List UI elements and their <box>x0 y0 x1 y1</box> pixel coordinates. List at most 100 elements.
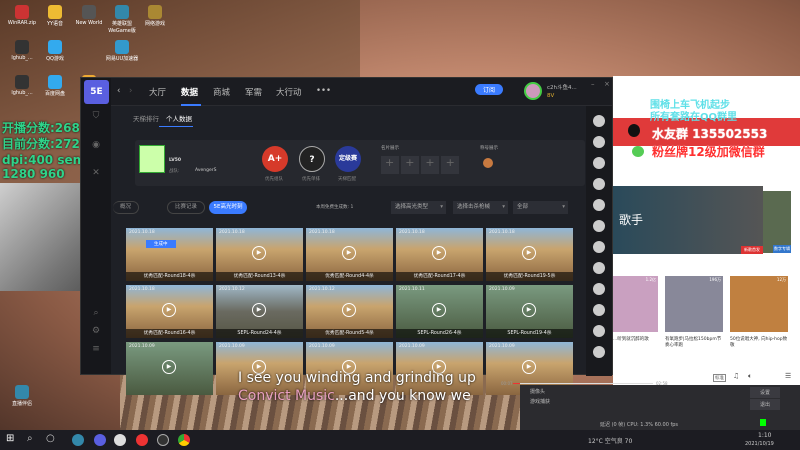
play-icon[interactable]: ▶ <box>342 246 356 260</box>
desktop-icon[interactable]: lghub_... <box>5 75 39 96</box>
volume-icon[interactable]: 🔈︎ <box>748 372 752 381</box>
all-select[interactable]: 全部 <box>513 201 568 214</box>
highlight-clip[interactable]: 2021.10.18 ▶ 优秀匹配-Round16-4杀 <box>126 285 213 338</box>
rank-badge-unknown[interactable]: ? <box>299 146 325 172</box>
windows-start-icon[interactable]: ⊞ <box>6 433 14 444</box>
desktop-icon[interactable]: lghub_... <box>5 40 39 61</box>
play-count: 196万 <box>709 277 721 282</box>
playlist-cover[interactable]: 196万 <box>665 276 723 332</box>
highlight-type-select[interactable]: 选择高光类型 <box>391 201 446 214</box>
app-icon <box>15 5 29 19</box>
play-icon[interactable]: ▶ <box>522 246 536 260</box>
highlight-clip[interactable]: 2021.10.09 ▶ <box>126 342 213 395</box>
back-button[interactable]: ‹ <box>117 86 120 96</box>
search-icon[interactable]: ⌕ <box>90 308 102 320</box>
highlight-clip[interactable]: 2021.10.18 ▶ 优秀匹配-Round4-4杀 <box>306 228 393 281</box>
taskbar-netease-icon[interactable] <box>136 434 148 446</box>
taskbar-app-icon[interactable] <box>114 434 126 446</box>
highlight-clip[interactable]: 2021.10.18 生成中 优秀匹配-Round18-4杀 <box>126 228 213 281</box>
highlight-clip[interactable]: 2021.10.18 ▶ 优秀匹配-Round13-4杀 <box>216 228 303 281</box>
play-icon[interactable]: ▶ <box>252 246 266 260</box>
medal-icon[interactable]: ◉ <box>90 140 102 152</box>
collapse-icon[interactable]: ≡ <box>90 344 102 356</box>
obs-source[interactable]: 摄像头 <box>530 388 545 395</box>
rank-badge-placement[interactable]: 定级赛 <box>335 146 361 172</box>
highlight-clip[interactable]: 2021.10.09 ▶ SEPL-Round19-4杀 <box>486 285 573 338</box>
highlight-clip[interactable]: 2021.10.18 ▶ 优秀匹配-Round19-5杀 <box>486 228 573 281</box>
rank-badge-a-plus[interactable]: A+ <box>262 146 288 172</box>
tab-overview[interactable]: 概况 <box>113 201 139 214</box>
highlight-clip[interactable]: 2021.10.18 ▶ 优秀匹配-Round17-4杀 <box>396 228 483 281</box>
taskbar-chrome-icon[interactable] <box>178 434 190 446</box>
playlist-cover[interactable]: 1.2亿 <box>613 276 658 332</box>
free-generation-count: 本周免费生成数: 1 <box>316 205 354 210</box>
nav-supply[interactable]: 军需 <box>245 86 262 98</box>
taskbar-obs-icon[interactable] <box>157 434 169 446</box>
subtab-personal[interactable]: 个人数据 <box>166 113 192 123</box>
desktop-icon[interactable]: 英雄联盟WeGame版 <box>105 5 139 34</box>
playlist-cover[interactable]: 12万 <box>730 276 788 332</box>
play-icon[interactable]: ▶ <box>162 303 176 317</box>
subtab-ladder[interactable]: 天梯排行 <box>133 113 159 123</box>
play-icon[interactable]: ▶ <box>432 303 446 317</box>
card-slots[interactable]: ++++ <box>381 156 461 174</box>
banner-album[interactable]: 数字专辑 <box>763 191 791 253</box>
user-avatar[interactable] <box>524 82 542 100</box>
desktop-icon-label: New World <box>75 20 103 26</box>
shield-icon[interactable]: ⛉ <box>90 111 102 123</box>
desktop-icon[interactable]: WinRAR.zip <box>5 5 39 26</box>
task-view-icon[interactable]: ○ <box>46 433 55 444</box>
playlist-title[interactable]: 有氧跑步|马拉松150bpm节奏心率跑 <box>665 336 723 348</box>
tab-match-history[interactable]: 比赛记录 <box>167 201 205 214</box>
subscribe-button[interactable]: 订阅 <box>475 84 504 95</box>
obs-source[interactable]: 游戏捕获 <box>530 398 550 405</box>
play-icon[interactable]: ▶ <box>432 246 446 260</box>
play-icon[interactable]: ▶ <box>522 303 536 317</box>
5e-logo[interactable]: 5E <box>84 80 109 104</box>
search-icon[interactable]: ⌕ <box>27 433 33 444</box>
playlist-icon[interactable]: ☰ <box>785 372 791 380</box>
play-icon[interactable]: ▶ <box>162 360 176 374</box>
close-button[interactable]: × <box>604 80 610 88</box>
nav-data[interactable]: 数据 <box>181 86 198 98</box>
highlight-clip[interactable]: 2021.10.12 ▶ 优秀匹配-Round5-4杀 <box>306 285 393 338</box>
taskbar-5e-icon[interactable] <box>94 434 106 446</box>
play-icon[interactable]: ▶ <box>522 360 536 374</box>
clip-date: 2021.10.12 <box>309 287 335 292</box>
desktop-icon[interactable]: 直播伴侣 <box>5 385 39 407</box>
minimize-button[interactable]: – <box>591 80 595 88</box>
banner-singer[interactable]: 歌手 新歌首发 <box>613 186 763 254</box>
more-button[interactable]: ••• <box>316 86 331 96</box>
tab-highlights[interactable]: 5E高光时刻 <box>209 201 247 214</box>
nav-shop[interactable]: 商城 <box>213 86 230 98</box>
highlight-clip[interactable]: 2021.10.11 ▶ SEPL-Round26-4杀 <box>396 285 483 338</box>
crossed-swords-icon[interactable]: ✕ <box>90 168 102 180</box>
clock-time[interactable]: 1:10 <box>758 432 771 439</box>
highlight-clip[interactable]: 2021.10.12 ▶ SEPL-Round24-4杀 <box>216 285 303 338</box>
quality-button[interactable]: 标准 <box>713 374 726 382</box>
desktop-icon[interactable]: 网易UU加速器 <box>105 40 139 62</box>
desktop-icon[interactable]: YY语音 <box>38 5 72 27</box>
desktop-icon[interactable]: QQ游戏 <box>38 40 72 62</box>
clock-date[interactable]: 2021/10/19 <box>745 441 774 447</box>
settings-icon[interactable]: ⚙ <box>90 326 102 338</box>
effects-icon[interactable]: ♫ <box>733 372 739 380</box>
desktop-icon[interactable]: 百度网盘 <box>38 75 72 97</box>
desktop-icon[interactable]: 网络游戏 <box>138 5 172 27</box>
nav-lobby[interactable]: 大厅 <box>149 86 166 98</box>
playlist-title[interactable]: ...听到就沉醉的歌 <box>613 336 658 342</box>
weapon-select[interactable]: 选择击杀枪械 <box>453 201 508 214</box>
taskbar-app-icon[interactable] <box>72 434 84 446</box>
obs-settings-button[interactable]: 设置 <box>750 387 781 398</box>
obs-exit-button[interactable]: 退出 <box>750 399 781 410</box>
playlist-title[interactable]: 50位说唱大神, 向hip-hop致敬 <box>730 336 788 348</box>
desktop-icon[interactable]: New World <box>72 5 106 26</box>
play-icon[interactable]: ▶ <box>342 303 356 317</box>
weather[interactable]: 12°C 空气良 70 <box>588 436 632 445</box>
forward-button[interactable]: › <box>129 86 132 96</box>
play-icon[interactable]: ▶ <box>252 303 266 317</box>
nav-operation[interactable]: 大行动 <box>276 86 302 98</box>
obs-status: 延迟 (0 帧) CPU: 1.3% 60.00 fps <box>600 422 679 428</box>
progress-bar[interactable] <box>513 383 653 384</box>
desktop-icon-label: 网易UU加速器 <box>105 56 139 62</box>
